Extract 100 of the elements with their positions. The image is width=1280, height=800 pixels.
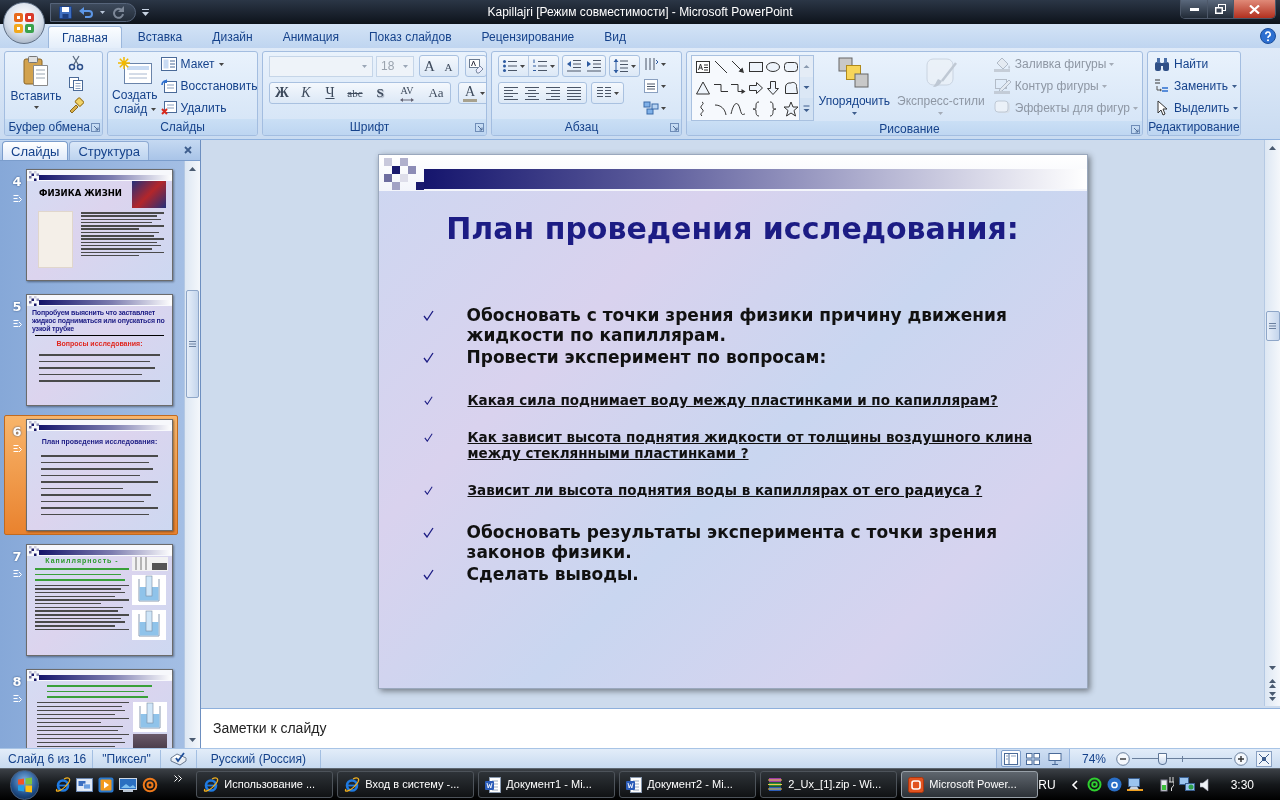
ribbon-button[interactable]: Удалить xyxy=(160,97,257,119)
arrow-icon[interactable] xyxy=(730,59,747,75)
align-text-icon[interactable] xyxy=(643,78,659,94)
speaker-icon[interactable] xyxy=(1199,777,1210,792)
paste-button[interactable]: Вставить xyxy=(9,53,63,119)
font-style-button[interactable]: S xyxy=(368,83,392,103)
font-style-button[interactable]: AV xyxy=(392,83,422,103)
cut-icon[interactable] xyxy=(68,55,84,71)
taskbar-button[interactable]: Документ2 - Mi... xyxy=(619,771,757,798)
rectangle-icon[interactable] xyxy=(747,59,764,75)
font-style-button[interactable]: К xyxy=(294,83,318,103)
ribbon-tab[interactable]: Дизайн xyxy=(198,26,267,48)
bullet-list-icon[interactable] xyxy=(502,58,518,74)
computer-icon[interactable] xyxy=(1126,777,1143,792)
ribbon-tab[interactable]: Анимация xyxy=(268,26,353,48)
fit-to-window-icon[interactable] xyxy=(1256,750,1272,767)
ribbon-tab[interactable]: Вставка xyxy=(123,26,197,48)
taskbar-button[interactable]: Документ1 - Mi... xyxy=(478,771,616,798)
ribbon-tab[interactable]: Рецензирование xyxy=(467,26,589,48)
close-icon[interactable] xyxy=(184,146,192,154)
circle-icon[interactable] xyxy=(1106,777,1122,792)
ribbon-tab[interactable]: Главная xyxy=(48,26,122,48)
media-player-icon[interactable] xyxy=(98,776,115,793)
font-style-button[interactable]: Ж xyxy=(270,83,294,103)
align-left-icon[interactable] xyxy=(503,85,519,101)
taskbar-button[interactable]: Microsoft Power... xyxy=(901,771,1039,798)
oval-icon[interactable] xyxy=(765,59,782,75)
restore-button[interactable] xyxy=(1207,0,1233,18)
clock[interactable]: 3:30 xyxy=(1230,775,1254,794)
align-right-icon[interactable] xyxy=(545,85,561,101)
switch-windows-icon[interactable] xyxy=(76,776,94,793)
dialog-launcher-icon[interactable] xyxy=(669,122,679,132)
chevron-left-icon[interactable] xyxy=(1070,779,1078,790)
save-icon[interactable] xyxy=(59,5,72,19)
format-painter-icon[interactable] xyxy=(68,97,84,113)
dialog-launcher-icon[interactable] xyxy=(91,122,101,132)
ring-icon[interactable] xyxy=(142,776,159,793)
font-style-button[interactable]: Ч xyxy=(318,83,342,103)
dialog-launcher-icon[interactable] xyxy=(474,122,484,132)
double-chevron-icon[interactable] xyxy=(174,775,183,782)
font-style-button[interactable]: abc xyxy=(342,83,368,103)
network-icon[interactable] xyxy=(1178,777,1195,792)
font-size-button[interactable]: A xyxy=(420,56,439,76)
close-button[interactable] xyxy=(1233,0,1275,18)
ribbon-button[interactable]: Упорядочить xyxy=(816,53,892,119)
gallery-down-icon[interactable] xyxy=(799,77,813,98)
minimize-button[interactable] xyxy=(1181,0,1207,18)
scrollbar-thumb[interactable] xyxy=(1265,311,1280,341)
curve-icon[interactable] xyxy=(730,101,747,117)
star-icon[interactable] xyxy=(783,101,799,117)
ribbon-button[interactable]: Восстановить xyxy=(160,75,257,97)
ribbon-button[interactable]: Выделить xyxy=(1154,97,1239,119)
view-button[interactable] xyxy=(1000,750,1021,767)
pane-tab[interactable]: Слайды xyxy=(2,141,69,160)
arc-icon[interactable] xyxy=(712,101,729,117)
increase-indent-icon[interactable] xyxy=(586,58,602,74)
font-color-button[interactable]: A xyxy=(463,84,477,102)
scrollbar-thumb[interactable] xyxy=(186,290,199,398)
zoom-out-icon[interactable] xyxy=(1116,751,1130,766)
rounded-rectangle-icon[interactable] xyxy=(783,59,799,75)
slider-thumb[interactable] xyxy=(1158,752,1167,765)
zoom-slider-track[interactable] xyxy=(1132,751,1232,766)
undo-icon[interactable] xyxy=(79,6,93,18)
slide-list-item[interactable]: 4 ФИЗИКА ЖИЗНИ xyxy=(4,165,178,285)
help-icon[interactable] xyxy=(1260,28,1276,44)
notes-field[interactable]: Заметки к слайду xyxy=(201,708,1280,748)
ribbon-tab[interactable]: Вид xyxy=(590,26,640,48)
input-language[interactable]: RU xyxy=(1038,775,1056,794)
justify-icon[interactable] xyxy=(566,85,582,101)
zoom-level[interactable]: 74% xyxy=(1069,749,1116,768)
taskbar-button[interactable]: Вход в систему -... xyxy=(337,771,475,798)
start-button[interactable] xyxy=(10,769,40,800)
customize-toolbar-icon[interactable] xyxy=(142,8,149,16)
spell-check-icon[interactable] xyxy=(169,751,187,766)
numbered-list-icon[interactable] xyxy=(532,58,548,74)
triangle-icon[interactable] xyxy=(695,80,711,96)
copy-icon[interactable] xyxy=(68,76,84,92)
redo-icon[interactable] xyxy=(112,5,125,19)
font-style-button[interactable]: Aa xyxy=(422,83,450,103)
dialog-launcher-icon[interactable] xyxy=(1130,124,1140,134)
taskbar-button[interactable]: Использование ... xyxy=(196,771,334,798)
font-size-button[interactable]: A xyxy=(439,56,458,76)
gallery-more-icon[interactable] xyxy=(799,98,813,120)
align-center-icon[interactable] xyxy=(524,85,540,101)
ribbon-tab[interactable]: Показ слайдов xyxy=(355,26,466,48)
ribbon-button[interactable]: Заменить xyxy=(1154,75,1239,97)
language-label[interactable]: Русский (Россия) xyxy=(196,749,321,768)
pane-tab[interactable]: Структура xyxy=(69,141,150,160)
line-spacing-icon[interactable] xyxy=(613,58,629,74)
ribbon-button[interactable]: Найти xyxy=(1154,53,1239,75)
line-icon[interactable] xyxy=(712,59,729,75)
smartart-icon[interactable] xyxy=(643,100,659,116)
power-icon[interactable] xyxy=(1159,777,1174,792)
text-box-icon[interactable] xyxy=(695,59,711,75)
new-slide-button[interactable]: Создать слайд xyxy=(112,53,158,119)
decrease-indent-icon[interactable] xyxy=(566,58,582,74)
taskbar-button[interactable]: 2_Ux_[1].zip - Wi... xyxy=(760,771,898,798)
desktop-icon[interactable] xyxy=(119,776,138,793)
ribbon-button[interactable]: Макет xyxy=(160,53,257,75)
right-arrow-icon[interactable] xyxy=(747,80,764,96)
